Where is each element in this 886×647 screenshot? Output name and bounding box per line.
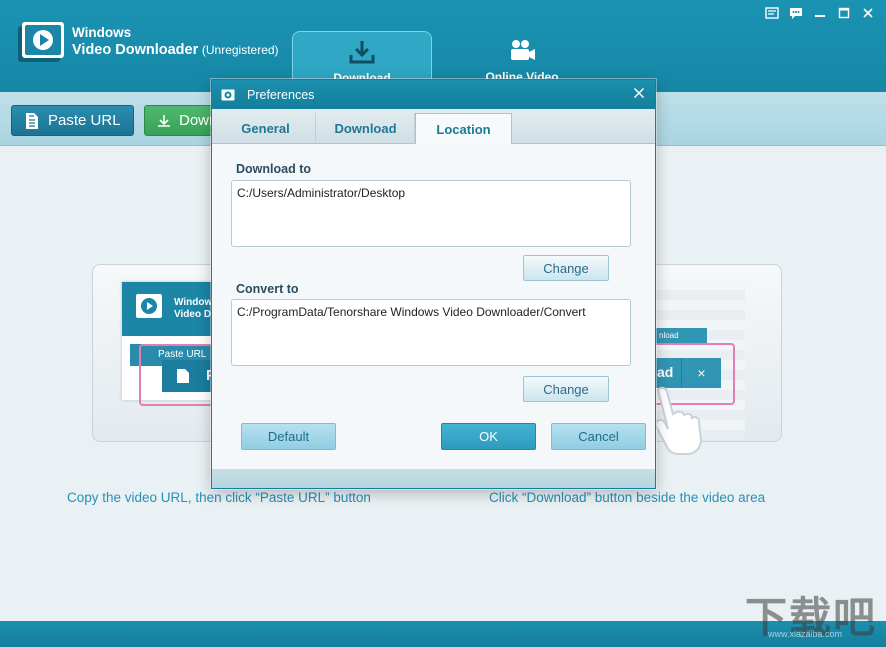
paste-icon	[26, 112, 38, 129]
close-icon[interactable]	[860, 6, 876, 20]
minimize-icon[interactable]	[812, 6, 828, 20]
dialog-close-icon[interactable]	[631, 85, 647, 101]
highlight-frame-left	[139, 344, 219, 406]
convert-to-label: Convert to	[236, 282, 299, 296]
mock-download-tab: nload	[655, 328, 707, 344]
paste-url-label: Paste URL	[48, 112, 121, 129]
change-convert-path-button[interactable]: Change	[523, 376, 609, 402]
download-to-path-field[interactable]: C:/Users/Administrator/Desktop	[231, 180, 631, 247]
window-controls	[764, 6, 876, 20]
tab-download-settings[interactable]: Download	[317, 113, 415, 144]
default-button[interactable]: Default	[241, 423, 336, 450]
app-name: Windows Video Downloader (Unregistered)	[72, 24, 279, 59]
guide-caption-left: Copy the video URL, then click “Paste UR…	[67, 490, 371, 505]
download-arrow-icon	[158, 114, 170, 127]
download-tray-icon	[349, 41, 375, 64]
registration-status: (Unregistered)	[201, 43, 279, 57]
dialog-footer	[212, 469, 655, 488]
location-panel: Download to C:/Users/Administrator/Deskt…	[212, 144, 655, 469]
paste-url-button[interactable]: Paste URL	[11, 105, 134, 136]
dialog-app-icon	[221, 89, 235, 100]
video-camera-icon	[511, 40, 535, 60]
convert-to-path-field[interactable]: C:/ProgramData/Tenorshare Windows Video …	[231, 299, 631, 366]
download-to-label: Download to	[236, 162, 311, 176]
dialog-tabs: General Download Location	[212, 109, 655, 145]
app-name-line1: Windows	[72, 25, 132, 40]
app-name-line2: Video Downloader	[72, 42, 199, 58]
cancel-button[interactable]: Cancel	[551, 423, 646, 450]
tab-general[interactable]: General	[216, 113, 316, 144]
dialog-title-bar[interactable]: Preferences	[212, 80, 655, 109]
maximize-icon[interactable]	[836, 6, 852, 20]
pointing-hand-icon	[654, 386, 703, 455]
change-download-path-button[interactable]: Change	[523, 255, 609, 281]
watermark-url: www.xiazaiba.com	[768, 629, 843, 639]
tab-location[interactable]: Location	[415, 113, 512, 145]
app-logo-icon	[18, 22, 64, 62]
chat-icon[interactable]	[788, 6, 804, 20]
guide-caption-right: Click “Download” button beside the video…	[489, 490, 766, 505]
ok-button[interactable]: OK	[441, 423, 536, 450]
feedback-icon[interactable]	[764, 6, 780, 20]
preferences-dialog: Preferences General Download Location Do…	[211, 79, 656, 489]
dialog-title: Preferences	[247, 87, 315, 102]
mock-app-logo-icon	[136, 294, 162, 318]
